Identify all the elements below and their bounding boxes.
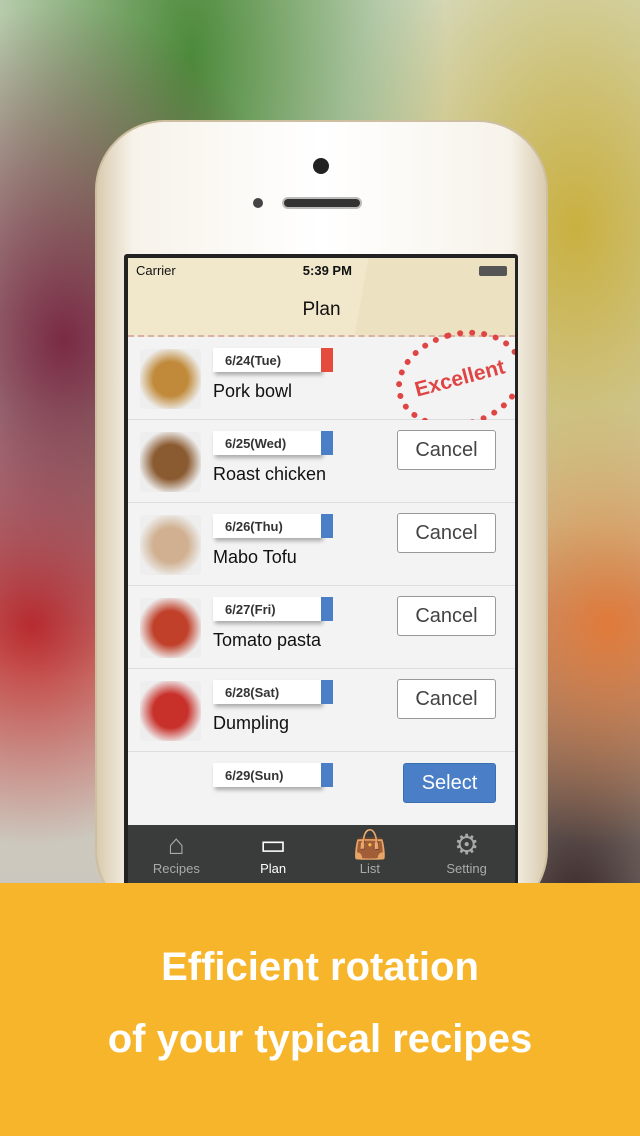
recipe-name: Tomato pasta bbox=[213, 630, 322, 650]
date-flag bbox=[321, 514, 333, 538]
cancel-button[interactable]: Cancel bbox=[397, 679, 496, 719]
tab-setting[interactable]: ⚙ Setting bbox=[418, 825, 515, 883]
status-bar: Carrier 5:39 PM bbox=[128, 258, 515, 283]
plan-row[interactable]: 6/29(Sun) Select bbox=[128, 752, 515, 835]
plan-row[interactable]: 6/28(Sat) Dumpling Cancel bbox=[128, 669, 515, 752]
recipe-thumbnail[interactable] bbox=[140, 515, 201, 575]
proximity-sensor bbox=[253, 198, 263, 208]
cancel-button[interactable]: Cancel bbox=[397, 430, 496, 470]
date-label: 6/27(Fri) bbox=[213, 597, 321, 621]
tab-label: Recipes bbox=[152, 861, 200, 876]
banner-line-2: of your typical recipes bbox=[107, 1017, 533, 1061]
date-flag bbox=[321, 348, 333, 372]
banner-line-1: Efficient rotation bbox=[161, 945, 479, 989]
calendar-icon: ▭ bbox=[259, 829, 287, 860]
battery-icon bbox=[479, 266, 507, 276]
date-label: 6/26(Thu) bbox=[213, 514, 321, 538]
date-label: 6/29(Sun) bbox=[213, 763, 321, 787]
cancel-button[interactable]: Cancel bbox=[397, 513, 496, 553]
tab-label: Setting bbox=[446, 861, 487, 876]
earpiece-speaker bbox=[282, 197, 362, 209]
recipe-name: Dumpling bbox=[213, 713, 290, 733]
recipe-thumbnail[interactable] bbox=[140, 681, 201, 741]
plan-row[interactable]: 6/24(Tue) Pork bowl Excellent bbox=[128, 315, 515, 443]
date-label: 6/24(Tue) bbox=[213, 348, 321, 372]
tab-recipes[interactable]: ⌂ Recipes bbox=[128, 825, 225, 883]
app-screen: Carrier 5:39 PM Plan 6/24(Tue) Pork bowl E… bbox=[128, 258, 515, 883]
recipe-name: Mabo Tofu bbox=[213, 547, 297, 567]
tab-label: List bbox=[359, 861, 380, 876]
recipe-thumbnail[interactable] bbox=[140, 432, 201, 492]
date-flag bbox=[321, 431, 333, 455]
date-flag bbox=[321, 597, 333, 621]
date-label: 6/25(Wed) bbox=[213, 431, 321, 455]
promo-banner: Efficient rotation of your typical recip… bbox=[0, 883, 640, 1136]
recipe-name: Roast chicken bbox=[213, 464, 327, 484]
tab-label: Plan bbox=[260, 861, 287, 876]
front-camera bbox=[313, 158, 329, 174]
plan-row[interactable]: 6/25(Wed) Roast chicken Cancel bbox=[128, 420, 515, 503]
date-flag bbox=[321, 680, 333, 704]
cancel-button[interactable]: Cancel bbox=[397, 596, 496, 636]
plan-list: 6/24(Tue) Pork bowl Excellent 6/25(Wed) Roas… bbox=[128, 315, 515, 835]
shopping-bag-icon: 👜 bbox=[352, 829, 388, 860]
page-title: Plan bbox=[302, 299, 341, 320]
house-icon: ⌂ bbox=[167, 829, 185, 860]
plan-row[interactable]: 6/27(Fri) Tomato pasta Cancel bbox=[128, 586, 515, 669]
tab-bar: ⌂ Recipes ▭ Plan 👜 List ⚙ Setting bbox=[128, 825, 515, 883]
plan-row[interactable]: 6/26(Thu) Mabo Tofu Cancel bbox=[128, 503, 515, 586]
recipe-thumbnail[interactable] bbox=[140, 598, 201, 658]
tab-list[interactable]: 👜 List bbox=[322, 825, 419, 883]
recipe-name: Pork bowl bbox=[213, 381, 293, 401]
carrier-label: Carrier bbox=[136, 263, 176, 278]
date-label: 6/28(Sat) bbox=[213, 680, 321, 704]
gear-icon: ⚙ bbox=[454, 829, 480, 860]
recipe-thumbnail[interactable] bbox=[140, 349, 201, 409]
select-button[interactable]: Select bbox=[403, 763, 496, 803]
date-flag bbox=[321, 763, 333, 787]
clock: 5:39 PM bbox=[302, 263, 352, 278]
tab-plan[interactable]: ▭ Plan bbox=[225, 825, 322, 883]
nav-header: Carrier 5:39 PM Plan bbox=[128, 258, 515, 337]
